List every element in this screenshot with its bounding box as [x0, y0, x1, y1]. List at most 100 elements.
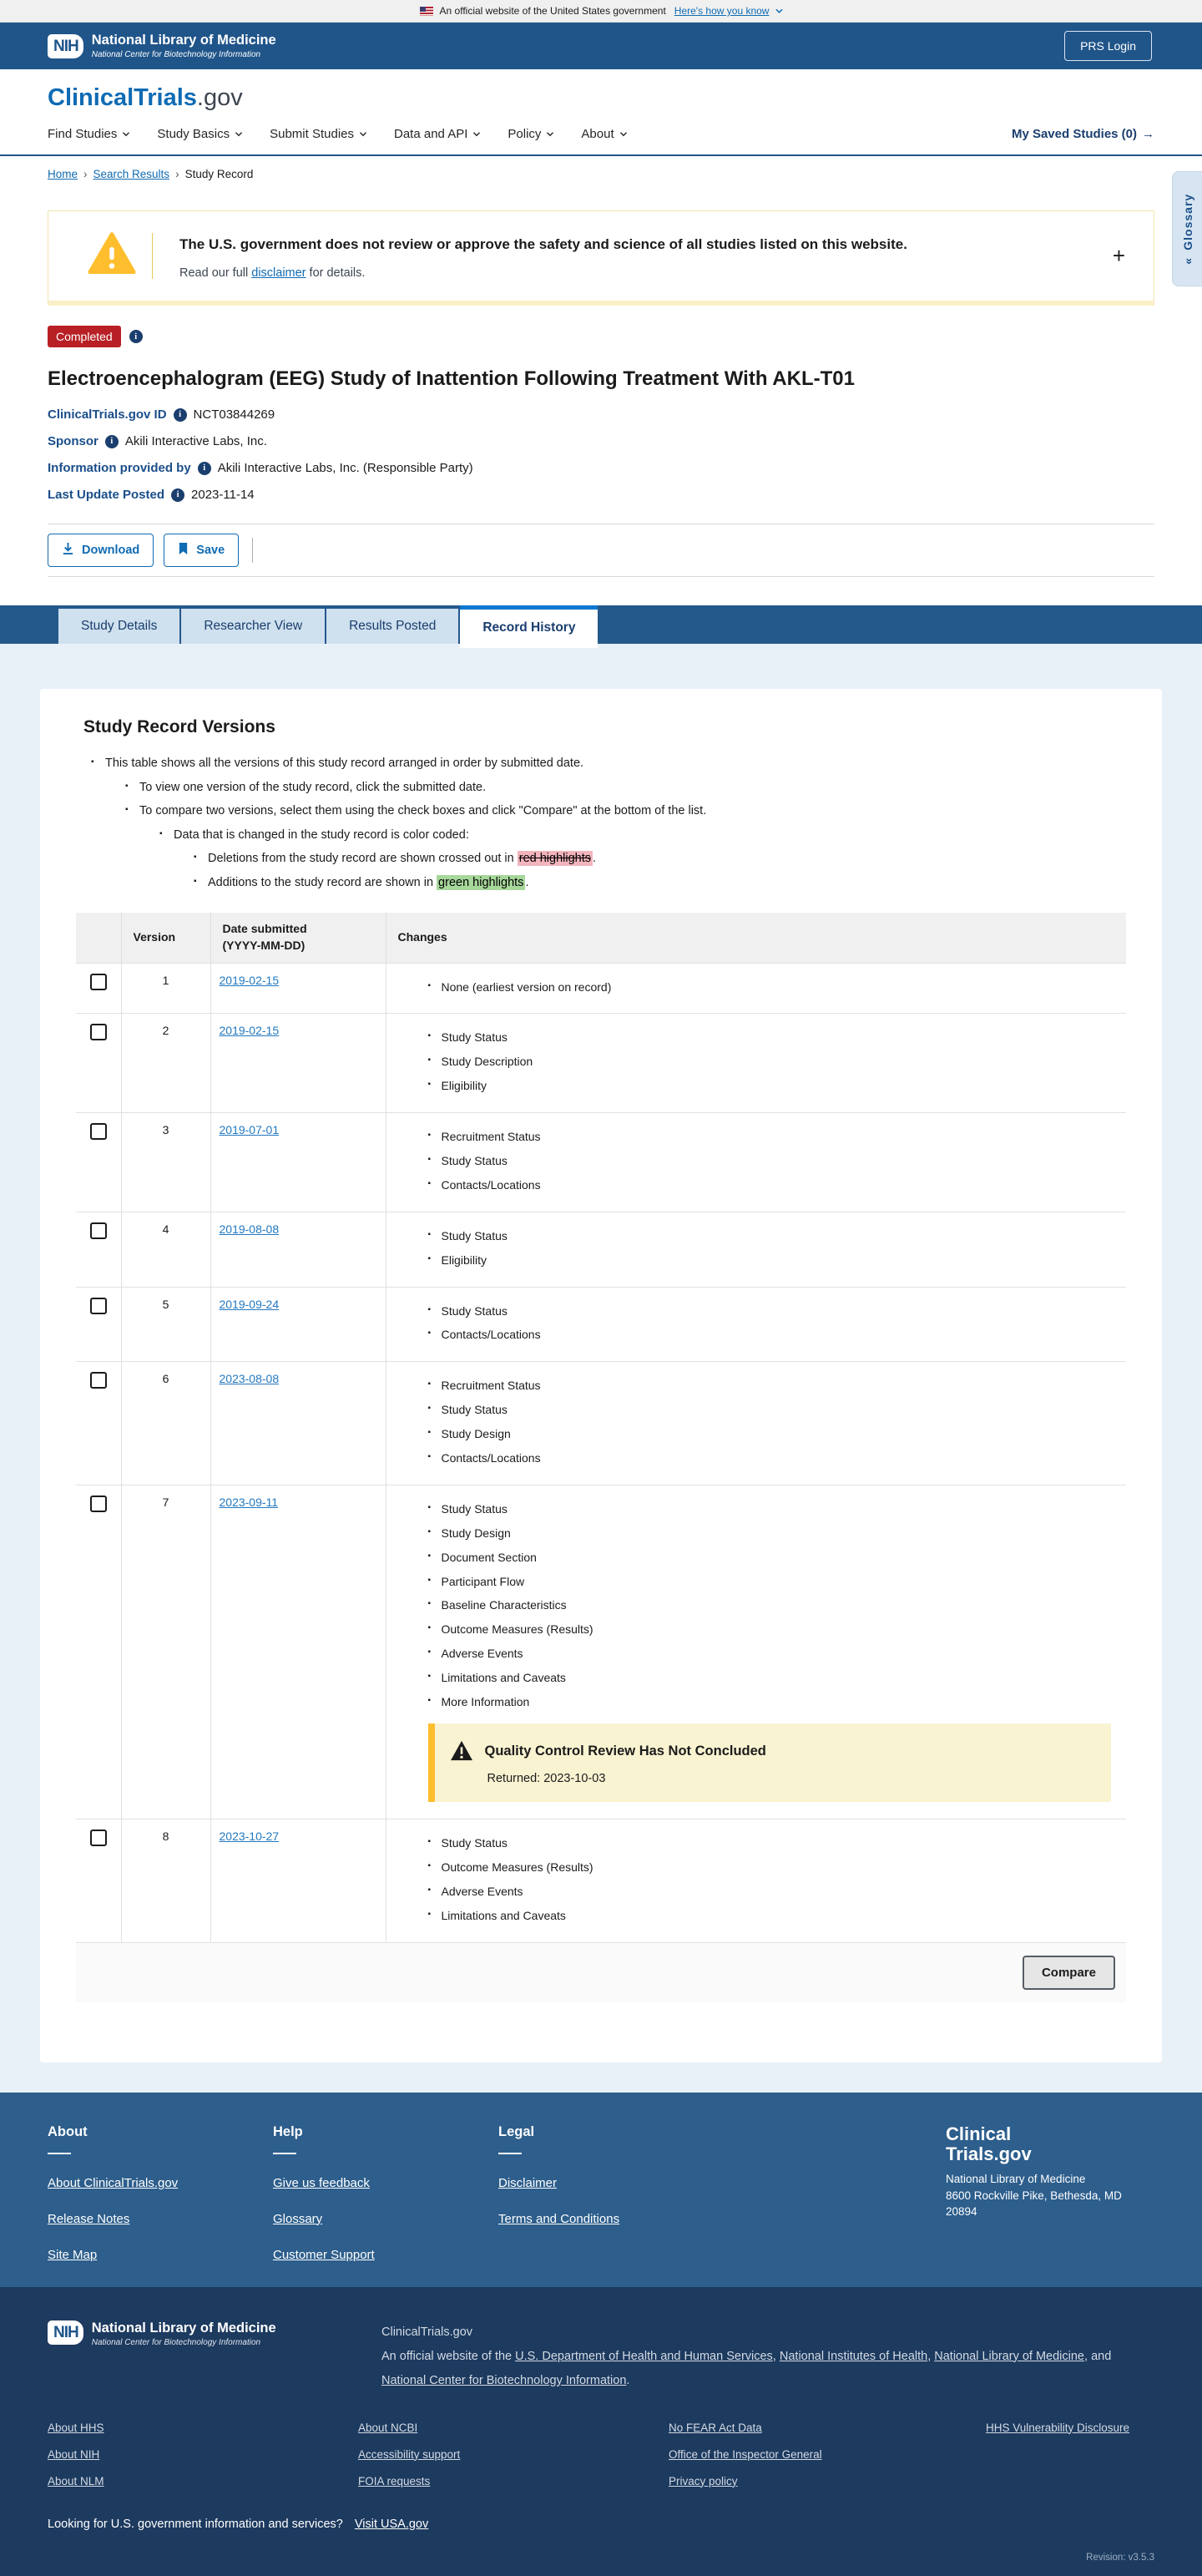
breadcrumb-separator: › [83, 168, 88, 180]
subfooter-nlm-logo-block: NIH National Library of Medicine Nationa… [48, 2320, 381, 2393]
main-nav: Find Studies Study Basics Submit Studies… [48, 127, 1154, 154]
link-about-nih[interactable]: About NIH [48, 2448, 99, 2461]
prs-login-button[interactable]: PRS Login [1064, 31, 1152, 61]
note-deletions: Deletions from the study record are show… [194, 851, 1126, 868]
version-4-checkbox[interactable] [89, 1222, 107, 1239]
link-foia[interactable]: FOIA requests [358, 2475, 430, 2487]
note-additions: Additions to the study record are shown … [194, 874, 1126, 892]
breadcrumb-current: Study Record [184, 168, 254, 180]
info-icon[interactable]: i [104, 434, 119, 448]
disclaimer-link[interactable]: disclaimer [251, 266, 306, 280]
nlm-title: National Library of Medicine [91, 2320, 276, 2336]
nav-item-study-basics[interactable]: Study Basics [157, 127, 243, 141]
heres-how-you-know-link[interactable]: Here's how you know [674, 5, 770, 17]
chevron-down-icon [472, 131, 481, 138]
quality-control-notice: Quality Control Review Has Not Concluded… [427, 1723, 1111, 1802]
nih-link[interactable]: National Institutes of Health [780, 2350, 927, 2363]
table-footer-row: Compare [76, 1941, 1126, 2002]
info-icon[interactable]: i [173, 407, 187, 422]
version-4-date-link[interactable]: 2019-08-08 [220, 1222, 280, 1236]
tab-record-history[interactable]: Record History [460, 605, 598, 648]
version-2-date-link[interactable]: 2019-02-15 [220, 1024, 280, 1037]
change-item: Limitations and Caveats [428, 1670, 1119, 1686]
qc-returned-date: Returned: 2023-10-03 [487, 1771, 606, 1785]
nlm-link[interactable]: National Library of Medicine [934, 2350, 1084, 2363]
save-button[interactable]: Save [164, 534, 240, 567]
breadcrumb-search-results[interactable]: Search Results [93, 168, 170, 180]
tab-results-posted[interactable]: Results Posted [326, 609, 459, 644]
nlm-title: National Library of Medicine [91, 33, 276, 48]
my-saved-studies-link[interactable]: My Saved Studies (0) → [1012, 127, 1154, 141]
change-item: Document Section [428, 1550, 1119, 1566]
footer-link-about-clinicaltrials[interactable]: About ClinicalTrials.gov [48, 2176, 178, 2190]
expand-banner-button[interactable]: + [1108, 243, 1130, 269]
info-icon[interactable]: i [171, 488, 185, 502]
version-8-date-link[interactable]: 2023-10-27 [220, 1830, 280, 1843]
nav-item-submit-studies[interactable]: Submit Studies [270, 127, 366, 141]
download-button[interactable]: Download [48, 534, 154, 567]
link-about-ncbi[interactable]: About NCBI [358, 2422, 417, 2434]
link-accessibility[interactable]: Accessibility support [358, 2448, 460, 2461]
version-3-date-link[interactable]: 2019-07-01 [220, 1123, 280, 1136]
info-icon[interactable]: i [197, 461, 211, 475]
link-inspector-general[interactable]: Office of the Inspector General [669, 2448, 822, 2461]
version-5-checkbox[interactable] [89, 1297, 107, 1314]
tab-researcher-view[interactable]: Researcher View [181, 609, 326, 644]
us-flag-icon [419, 6, 433, 16]
table-row: 3 2019-07-01 Recruitment Status Study St… [76, 1112, 1126, 1212]
date-column-header: Date submitted (YYYY-MM-DD) [210, 913, 386, 964]
tab-study-details[interactable]: Study Details [58, 609, 180, 644]
change-item: None (earliest version on record) [428, 979, 1119, 995]
table-header-row: Version Date submitted (YYYY-MM-DD) Chang… [76, 913, 1126, 964]
note-color-coded: Data that is changed in the study record… [159, 827, 1126, 892]
nav-item-policy[interactable]: Policy [508, 127, 554, 141]
footer-link-site-map[interactable]: Site Map [48, 2248, 97, 2262]
info-icon[interactable]: i [129, 330, 143, 343]
clinicaltrials-logo[interactable]: ClinicalTrials.gov [48, 86, 1154, 110]
red-highlight-sample: red highlights [517, 851, 593, 867]
version-7-checkbox[interactable] [89, 1495, 107, 1512]
link-hhs-vulnerability[interactable]: HHS Vulnerability Disclosure [986, 2422, 1129, 2434]
link-about-nlm[interactable]: About NLM [48, 2475, 104, 2487]
change-item: Study Status [428, 1402, 1119, 1418]
nav-item-data-api[interactable]: Data and API [394, 127, 481, 141]
table-row: 1 2019-02-15 None (earliest version on r… [76, 962, 1126, 1014]
footer-link-disclaimer[interactable]: Disclaimer [498, 2176, 557, 2190]
change-item: Study Status [428, 1153, 1119, 1169]
link-no-fear-act[interactable]: No FEAR Act Data [669, 2422, 762, 2434]
version-2-checkbox[interactable] [89, 1024, 107, 1041]
link-privacy[interactable]: Privacy policy [669, 2475, 738, 2487]
record-history-panel: Study Record Versions This table shows a… [0, 644, 1202, 2093]
compare-button[interactable]: Compare [1022, 1955, 1115, 1990]
version-1-date-link[interactable]: 2019-02-15 [220, 974, 280, 987]
version-5-date-link[interactable]: 2019-09-24 [220, 1298, 280, 1311]
version-3-checkbox[interactable] [89, 1123, 107, 1141]
footer-link-release-notes[interactable]: Release Notes [48, 2212, 129, 2226]
change-item: Baseline Characteristics [428, 1597, 1119, 1613]
provider-value: Akili Interactive Labs, Inc. (Responsibl… [217, 461, 473, 475]
visit-usagov-link[interactable]: Visit USA.gov [355, 2518, 428, 2531]
footer-link-glossary[interactable]: Glossary [273, 2212, 322, 2226]
footer-link-terms[interactable]: Terms and Conditions [498, 2212, 619, 2226]
link-about-hhs[interactable]: About HHS [48, 2422, 104, 2434]
version-8-checkbox[interactable] [89, 1829, 107, 1846]
change-item: Study Status [428, 1228, 1119, 1244]
chevron-down-icon [619, 131, 627, 138]
version-6-date-link[interactable]: 2023-08-08 [220, 1372, 280, 1385]
change-item: Study Design [428, 1526, 1119, 1541]
revision-label: Revision: v3.5.3 [1086, 2552, 1154, 2563]
footer-link-feedback[interactable]: Give us feedback [273, 2176, 370, 2190]
breadcrumb-home[interactable]: Home [48, 168, 78, 180]
study-record-versions-card: Study Record Versions This table shows a… [40, 689, 1162, 2062]
ncbi-link[interactable]: National Center for Biotechnology Inform… [381, 2374, 626, 2387]
hhs-link[interactable]: U.S. Department of Health and Human Serv… [515, 2350, 773, 2363]
version-6-checkbox[interactable] [89, 1372, 107, 1389]
change-item: Contacts/Locations [428, 1177, 1119, 1193]
nlm-subfooter: NIH National Library of Medicine Nationa… [0, 2286, 1202, 2576]
version-1-checkbox[interactable] [89, 973, 107, 990]
version-7-date-link[interactable]: 2023-09-11 [220, 1495, 279, 1509]
nav-item-find-studies[interactable]: Find Studies [48, 127, 130, 141]
footer-link-customer-support[interactable]: Customer Support [273, 2248, 375, 2262]
glossary-side-tab[interactable]: « Glossary [1172, 171, 1202, 286]
nav-item-about[interactable]: About [581, 127, 627, 141]
